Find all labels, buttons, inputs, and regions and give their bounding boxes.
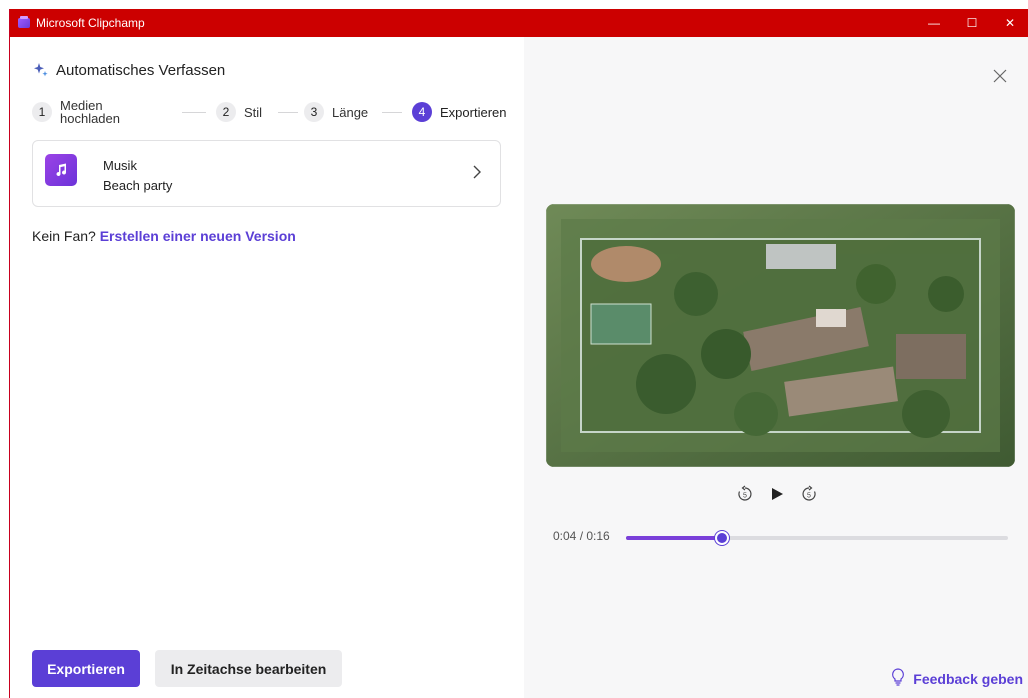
step-connector xyxy=(182,112,206,113)
forward-5-icon[interactable]: 5 xyxy=(800,485,818,507)
step-indicator: 1 Medien hochladen 2 Stil 3 Länge 4 Expo… xyxy=(32,97,507,127)
play-icon[interactable] xyxy=(770,486,784,506)
seek-bar-progress xyxy=(626,536,722,540)
sparkle-icon xyxy=(34,63,48,77)
step-connector xyxy=(278,112,298,113)
feedback-label: Feedback geben xyxy=(913,670,1023,687)
lightbulb-icon xyxy=(891,668,905,689)
edit-timeline-button[interactable]: In Zeitachse bearbeiten xyxy=(155,650,342,687)
step-label: Länge xyxy=(332,104,369,120)
clipchamp-logo-icon xyxy=(18,16,30,28)
step-label: Stil xyxy=(244,104,263,120)
step-upload[interactable]: 1 Medien hochladen xyxy=(32,97,120,127)
time-readout: 0:04 / 0:16 xyxy=(553,529,610,543)
app-window: Microsoft Clipchamp — ☐ ✕ Automatisches … xyxy=(9,9,1028,698)
step-export[interactable]: 4 Exportieren xyxy=(412,97,506,127)
forward-seconds-label: 5 xyxy=(807,493,811,500)
aerial-campus-image xyxy=(546,204,1015,467)
music-track-name: Beach party xyxy=(103,178,173,193)
rewind-seconds-label: 5 xyxy=(743,493,747,500)
playback-controls: 5 5 xyxy=(524,485,1028,507)
seek-bar[interactable] xyxy=(626,531,1008,545)
panel-header: Automatisches Verfassen xyxy=(32,61,225,79)
music-note-icon xyxy=(45,154,77,186)
preview-panel: 5 5 0:04 / 0:16 Feedback geben xyxy=(524,37,1028,698)
regenerate-prompt: Kein Fan? Erstellen einer neuen Version xyxy=(32,228,296,244)
step-number: 2 xyxy=(216,102,236,122)
close-icon[interactable] xyxy=(993,67,1007,88)
page-title: Automatisches Verfassen xyxy=(56,61,226,79)
playback-timeline: 0:04 / 0:16 xyxy=(546,527,1015,547)
chevron-right-icon xyxy=(472,165,482,184)
music-type-label: Musik xyxy=(103,158,137,173)
regenerate-prefix: Kein Fan? xyxy=(32,228,96,244)
step-style[interactable]: 2 Stil xyxy=(216,97,262,127)
step-number: 3 xyxy=(304,102,324,122)
video-preview[interactable] xyxy=(546,204,1015,467)
auto-compose-panel: Automatisches Verfassen 1 Medien hochlad… xyxy=(10,37,524,698)
close-window-button[interactable]: ✕ xyxy=(991,9,1028,37)
step-connector xyxy=(382,112,402,113)
rewind-5-icon[interactable]: 5 xyxy=(736,485,754,507)
regenerate-link[interactable]: Erstellen einer neuen Version xyxy=(100,228,296,244)
minimize-button[interactable]: — xyxy=(915,9,953,37)
export-button[interactable]: Exportieren xyxy=(32,650,140,687)
step-label-line2: hochladen xyxy=(60,111,120,126)
window-title: Microsoft Clipchamp xyxy=(36,16,145,30)
seek-bar-thumb[interactable] xyxy=(714,531,729,545)
music-card[interactable]: Musik Beach party xyxy=(32,140,501,207)
feedback-link[interactable]: Feedback geben xyxy=(891,668,1023,689)
step-number: 1 xyxy=(32,102,52,122)
maximize-button[interactable]: ☐ xyxy=(953,9,991,37)
step-label: Medien hochladen xyxy=(60,99,120,125)
step-number: 4 xyxy=(412,102,432,122)
step-length[interactable]: 3 Länge xyxy=(304,97,368,127)
title-bar: Microsoft Clipchamp — ☐ ✕ xyxy=(10,9,1028,37)
step-label: Exportieren xyxy=(440,104,507,120)
window-controls: — ☐ ✕ xyxy=(915,9,1028,37)
